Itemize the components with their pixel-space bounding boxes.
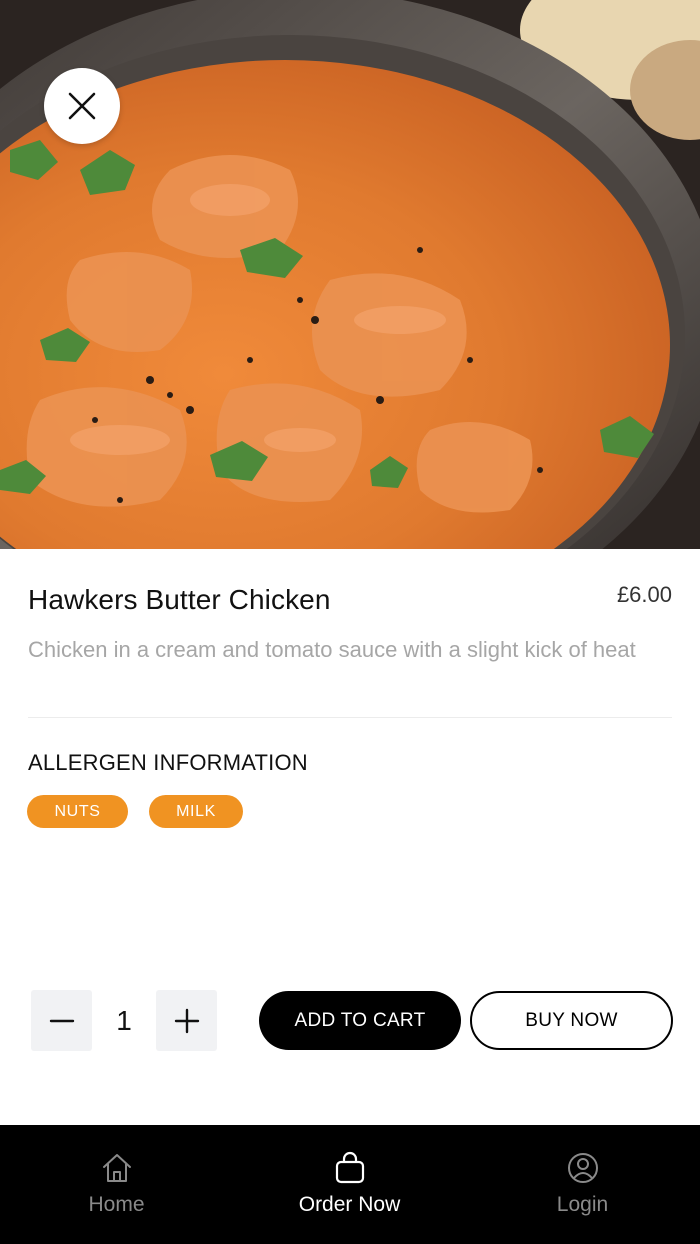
tab-login[interactable]: Login	[466, 1125, 699, 1244]
tab-home-label: Home	[88, 1193, 145, 1216]
allergen-tag-milk: MILK	[149, 795, 243, 828]
allergen-heading: ALLERGEN INFORMATION	[28, 750, 308, 775]
product-title: Hawkers Butter Chicken	[28, 584, 331, 615]
product-description: Chicken in a cream and tomato sauce with…	[28, 637, 636, 662]
close-icon	[68, 92, 96, 120]
home-icon	[102, 1154, 131, 1182]
close-button[interactable]	[44, 68, 120, 144]
plus-icon	[174, 1008, 199, 1033]
minus-icon	[49, 1019, 74, 1022]
product-detail-screen: Hawkers Butter Chicken £6.00 Chicken in …	[0, 0, 700, 1244]
quantity-increase-button[interactable]	[156, 990, 217, 1051]
allergen-tag-nuts: NUTS	[27, 795, 128, 828]
quantity-value: 1	[116, 1004, 132, 1036]
buy-now-button[interactable]: BUY NOW	[470, 991, 673, 1050]
quantity-decrease-button[interactable]	[31, 990, 92, 1051]
tab-order-now[interactable]: Order Now	[233, 1125, 466, 1244]
product-price: £6.00	[616, 582, 672, 607]
user-circle-icon	[567, 1153, 598, 1183]
allergen-tags: NUTS MILK	[27, 795, 243, 828]
tab-order-now-label: Order Now	[298, 1193, 401, 1216]
divider	[28, 717, 672, 718]
tab-login-label: Login	[556, 1193, 609, 1216]
shopping-bag-icon	[335, 1151, 364, 1184]
add-to-cart-button[interactable]: ADD TO CART	[259, 991, 461, 1050]
bottom-tab-bar: Home Order Now Login	[0, 1125, 700, 1244]
tab-home[interactable]: Home	[0, 1125, 233, 1244]
